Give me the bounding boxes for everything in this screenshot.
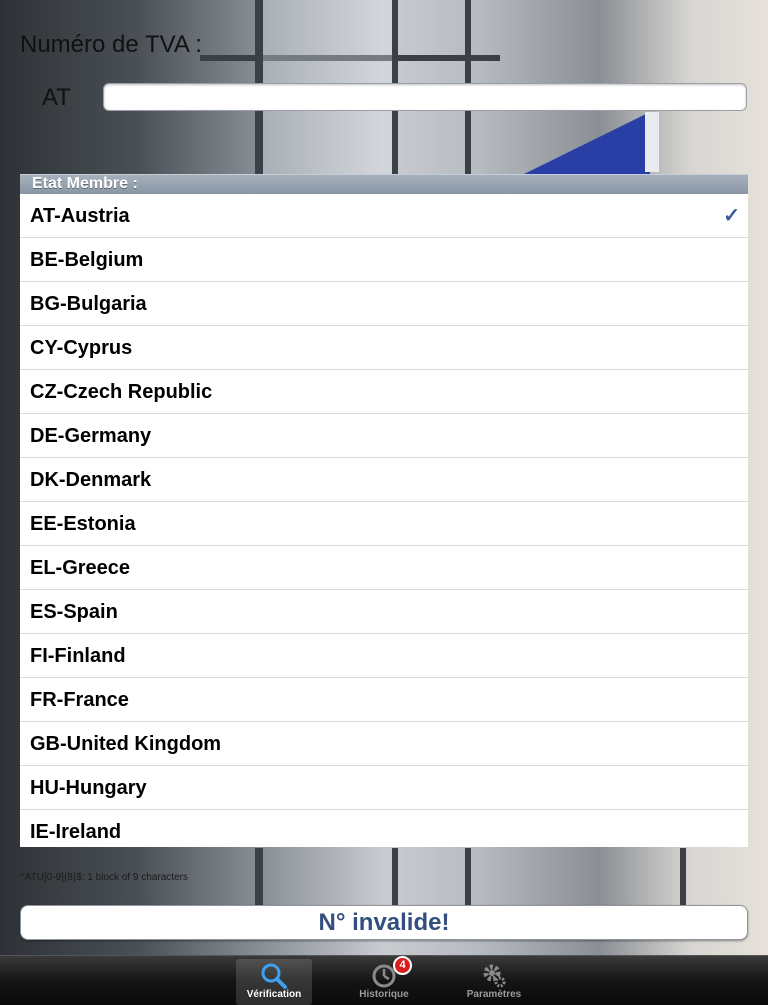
country-label: DK-Denmark bbox=[30, 469, 152, 491]
country-label: DE-Germany bbox=[30, 425, 152, 447]
country-row[interactable]: IE-Ireland bbox=[20, 810, 748, 847]
checkmark-icon: ✓ bbox=[723, 205, 740, 227]
history-count-badge: 4 bbox=[393, 956, 412, 975]
country-row[interactable]: CZ-Czech Republic bbox=[20, 370, 748, 414]
country-row[interactable]: ES-Spain bbox=[20, 590, 748, 634]
country-row[interactable]: EE-Estonia bbox=[20, 502, 748, 546]
country-label: EE-Estonia bbox=[30, 513, 136, 535]
country-row[interactable]: CY-Cyprus bbox=[20, 326, 748, 370]
country-label: CY-Cyprus bbox=[30, 337, 133, 359]
country-label: HU-Hungary bbox=[30, 777, 147, 799]
country-label: ES-Spain bbox=[30, 601, 118, 623]
country-label: GB-United Kingdom bbox=[30, 733, 222, 755]
country-label: FI-Finland bbox=[30, 645, 126, 667]
flag-pole bbox=[645, 112, 659, 172]
country-label: IE-Ireland bbox=[30, 821, 122, 843]
format-hint: ^ATU[0-9]{8}$: 1 block of 9 characters bbox=[20, 872, 188, 883]
country-row[interactable]: FI-Finland bbox=[20, 634, 748, 678]
flag-image bbox=[520, 112, 650, 176]
country-list[interactable]: AT-Austria ✓ BE-Belgium BG-Bulgaria CY-Cypru… bbox=[20, 194, 748, 847]
result-status-button[interactable]: N° invalide! bbox=[20, 905, 748, 940]
country-row[interactable]: HU-Hungary bbox=[20, 766, 748, 810]
vat-number-input[interactable] bbox=[103, 83, 747, 111]
country-row[interactable]: DK-Denmark bbox=[20, 458, 748, 502]
country-row[interactable]: BG-Bulgaria bbox=[20, 282, 748, 326]
country-row[interactable]: AT-Austria ✓ bbox=[20, 194, 748, 238]
country-row[interactable]: BE-Belgium bbox=[20, 238, 748, 282]
country-label: EL-Greece bbox=[30, 557, 131, 579]
country-row[interactable]: EL-Greece bbox=[20, 546, 748, 590]
tab-bar: Vérification Historique Paramètres bbox=[0, 955, 768, 1005]
vat-number-title: Numéro de TVA : bbox=[20, 31, 202, 58]
tab-parametres[interactable]: Paramètres bbox=[456, 959, 532, 1005]
country-label: AT-Austria bbox=[30, 205, 130, 227]
member-state-header: Etat Membre : bbox=[20, 174, 748, 194]
country-label: CZ-Czech Republic bbox=[30, 381, 213, 403]
magnifier-icon bbox=[236, 959, 312, 989]
country-label: BE-Belgium bbox=[30, 249, 144, 271]
country-row[interactable]: GB-United Kingdom bbox=[20, 722, 748, 766]
tab-verification[interactable]: Vérification bbox=[236, 959, 312, 1005]
country-row[interactable]: FR-France bbox=[20, 678, 748, 722]
country-row[interactable]: DE-Germany bbox=[20, 414, 748, 458]
country-label: BG-Bulgaria bbox=[30, 293, 147, 315]
gear-icon bbox=[456, 959, 532, 989]
country-code-label: AT bbox=[42, 84, 71, 111]
country-label: FR-France bbox=[30, 689, 129, 711]
